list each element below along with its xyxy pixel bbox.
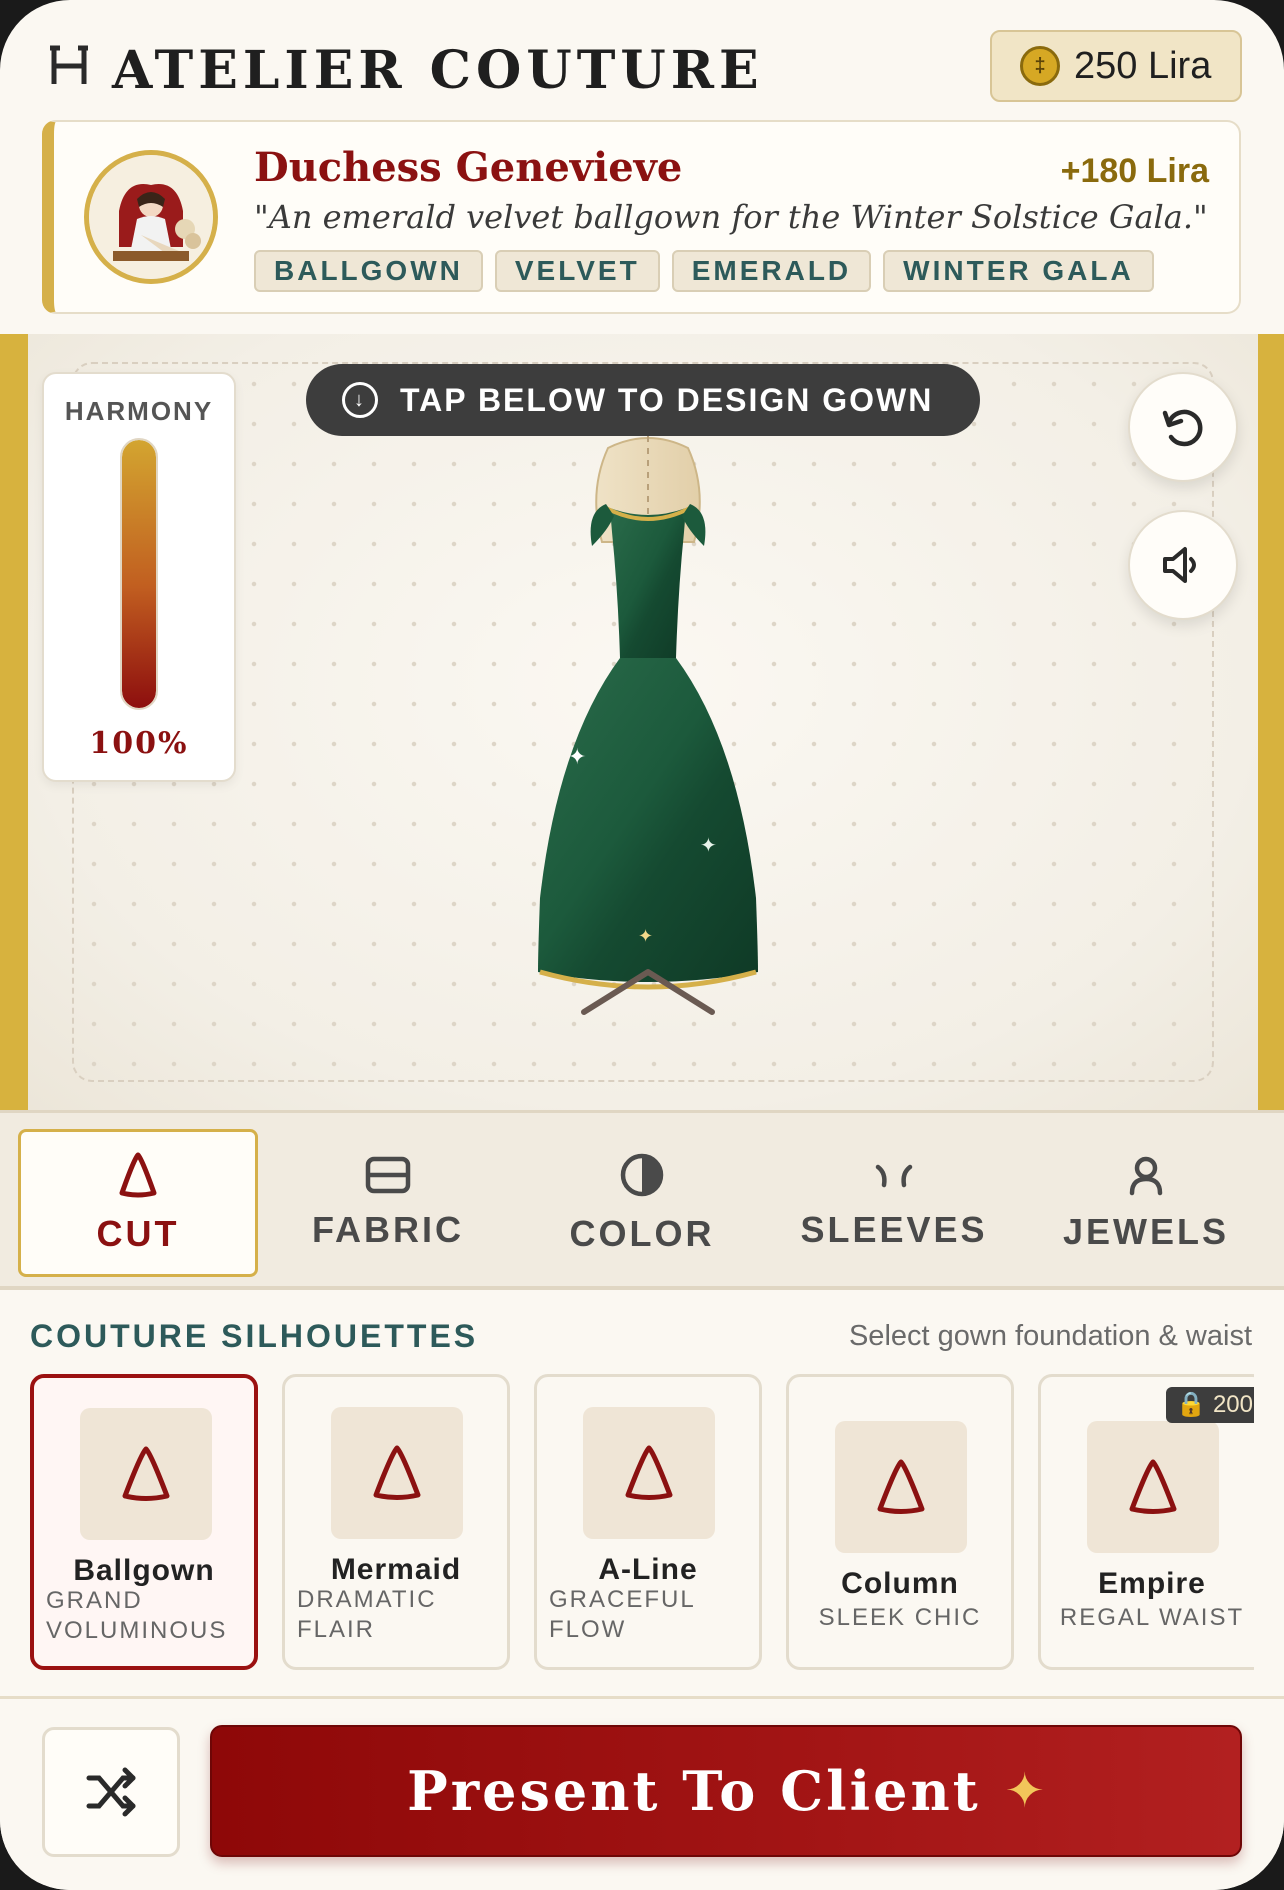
fabric-icon	[365, 1156, 411, 1194]
design-hint-text: TAP BELOW TO DESIGN GOWN	[400, 381, 934, 418]
harmony-meter: HARMONY 100%	[42, 372, 236, 782]
option-empire[interactable]: Empire REGAL WAIST 🔒 200	[1038, 1374, 1254, 1670]
tab-sleeves[interactable]: SLEEVES	[774, 1129, 1014, 1277]
gown-preview[interactable]: ✦ ✦ ✦	[488, 412, 808, 1062]
client-reward: +180 Lira	[1060, 152, 1209, 190]
locked-price-badge: 🔒 200	[1166, 1387, 1254, 1423]
request-tags: BALLGOWN VELVET EMERALD WINTER GALA	[254, 250, 1154, 292]
category-tabs: CUT FABRIC COLOR SLEEVES JEWELS	[0, 1110, 1284, 1290]
silhouette-icon	[122, 1446, 170, 1501]
svg-text:✦: ✦	[700, 835, 717, 857]
option-subtitle: GRAND VOLUMINOUS	[46, 1587, 228, 1644]
option-ballgown[interactable]: Ballgown GRAND VOLUMINOUS	[30, 1374, 258, 1670]
silhouette-icon	[877, 1459, 925, 1514]
tab-label: FABRIC	[312, 1209, 464, 1250]
reset-button[interactable]	[1128, 372, 1238, 482]
request-tag: EMERALD	[671, 250, 872, 292]
design-hint: ↓ TAP BELOW TO DESIGN GOWN	[306, 364, 980, 436]
option-mermaid[interactable]: Mermaid DRAMATIC FLAIR	[282, 1374, 510, 1670]
svg-text:✦: ✦	[568, 744, 586, 769]
tab-label: JEWELS	[1062, 1211, 1230, 1252]
option-thumbnail	[80, 1408, 212, 1540]
request-tag: VELVET	[494, 250, 660, 292]
present-to-client-button[interactable]: Present To Client ✦	[210, 1725, 1242, 1857]
arrow-down-circle-icon: ↓	[342, 382, 378, 418]
currency-display: ‡ 250 Lira	[990, 30, 1242, 102]
tab-label: CUT	[96, 1213, 180, 1254]
sleeves-icon	[875, 1164, 913, 1188]
option-thumbnail	[835, 1421, 967, 1553]
shuffle-button[interactable]	[42, 1727, 180, 1857]
option-thumbnail	[331, 1407, 463, 1539]
harmony-label: HARMONY	[64, 396, 214, 426]
game-screen: ATELIER COUTURE ‡ 250 Lira Duchess Genev…	[0, 0, 1284, 1890]
option-name: A-Line	[598, 1553, 698, 1586]
option-name: Ballgown	[73, 1554, 215, 1587]
dress-form-logo-icon	[50, 45, 88, 84]
tab-fabric[interactable]: FABRIC	[268, 1129, 508, 1277]
request-tag: BALLGOWN	[254, 250, 483, 292]
speaker-icon	[1163, 547, 1196, 583]
sparkle-icon: ✦	[1004, 1765, 1045, 1818]
harmony-fill	[122, 440, 156, 708]
reset-icon	[1162, 409, 1203, 447]
option-subtitle: REGAL WAIST	[1059, 1604, 1245, 1631]
option-a-line[interactable]: A-Line GRACEFUL FLOW	[534, 1374, 762, 1670]
harmony-value: 100%	[89, 726, 189, 761]
design-canvas[interactable]: ✦ ✦ ✦ HARMONY 100% ↓ TAP BELOW TO DESIGN…	[28, 334, 1258, 1110]
client-order-card: Duchess Genevieve +180 Lira "An emerald …	[42, 120, 1241, 314]
option-name: Column	[841, 1567, 959, 1600]
option-column[interactable]: Column SLEEK CHIC	[786, 1374, 1014, 1670]
tab-jewels[interactable]: JEWELS	[1026, 1129, 1266, 1277]
triangle-icon	[119, 1152, 157, 1198]
header: ATELIER COUTURE ‡ 250 Lira	[0, 0, 1284, 120]
request-tag: WINTER GALA	[883, 250, 1154, 292]
silhouette-icon	[373, 1445, 421, 1500]
bottom-bar: Present To Client ✦	[0, 1696, 1284, 1890]
silhouette-icon	[625, 1445, 673, 1500]
jewels-icon	[1129, 1156, 1163, 1196]
section-hint: Select gown foundation & waist	[848, 1320, 1252, 1352]
coin-icon: ‡	[1020, 46, 1060, 86]
currency-amount: 250 Lira	[1074, 44, 1212, 87]
silhouette-icon	[1129, 1459, 1177, 1514]
tab-label: COLOR	[569, 1213, 715, 1254]
option-subtitle: SLEEK CHIC	[818, 1604, 982, 1631]
present-label: Present To Client	[407, 1759, 981, 1823]
tab-label: SLEEVES	[800, 1209, 988, 1250]
client-avatar	[84, 150, 218, 284]
option-thumbnail	[583, 1407, 715, 1539]
shuffle-icon	[86, 1767, 136, 1817]
harmony-track	[120, 438, 158, 710]
client-name: Duchess Genevieve	[254, 144, 683, 191]
section-title: COUTURE SILHOUETTES	[30, 1318, 479, 1354]
client-request-quote: "An emerald velvet ballgown for the Wint…	[254, 198, 1208, 236]
option-thumbnail	[1087, 1421, 1219, 1553]
tab-cut[interactable]: CUT	[18, 1129, 258, 1277]
svg-text:✦: ✦	[638, 926, 653, 946]
app-title: ATELIER COUTURE	[112, 40, 764, 101]
design-stage: ✦ ✦ ✦ HARMONY 100% ↓ TAP BELOW TO DESIGN…	[0, 334, 1284, 1110]
option-subtitle: DRAMATIC FLAIR	[297, 1586, 437, 1643]
option-name: Empire	[1098, 1567, 1206, 1600]
tab-color[interactable]: COLOR	[522, 1129, 762, 1277]
option-subtitle: GRACEFUL FLOW	[549, 1586, 696, 1643]
color-icon	[620, 1153, 664, 1197]
silhouette-options: Ballgown GRAND VOLUMINOUS Mermaid DRAMAT…	[30, 1374, 1254, 1674]
sound-toggle-button[interactable]	[1128, 510, 1238, 620]
option-name: Mermaid	[330, 1553, 462, 1586]
